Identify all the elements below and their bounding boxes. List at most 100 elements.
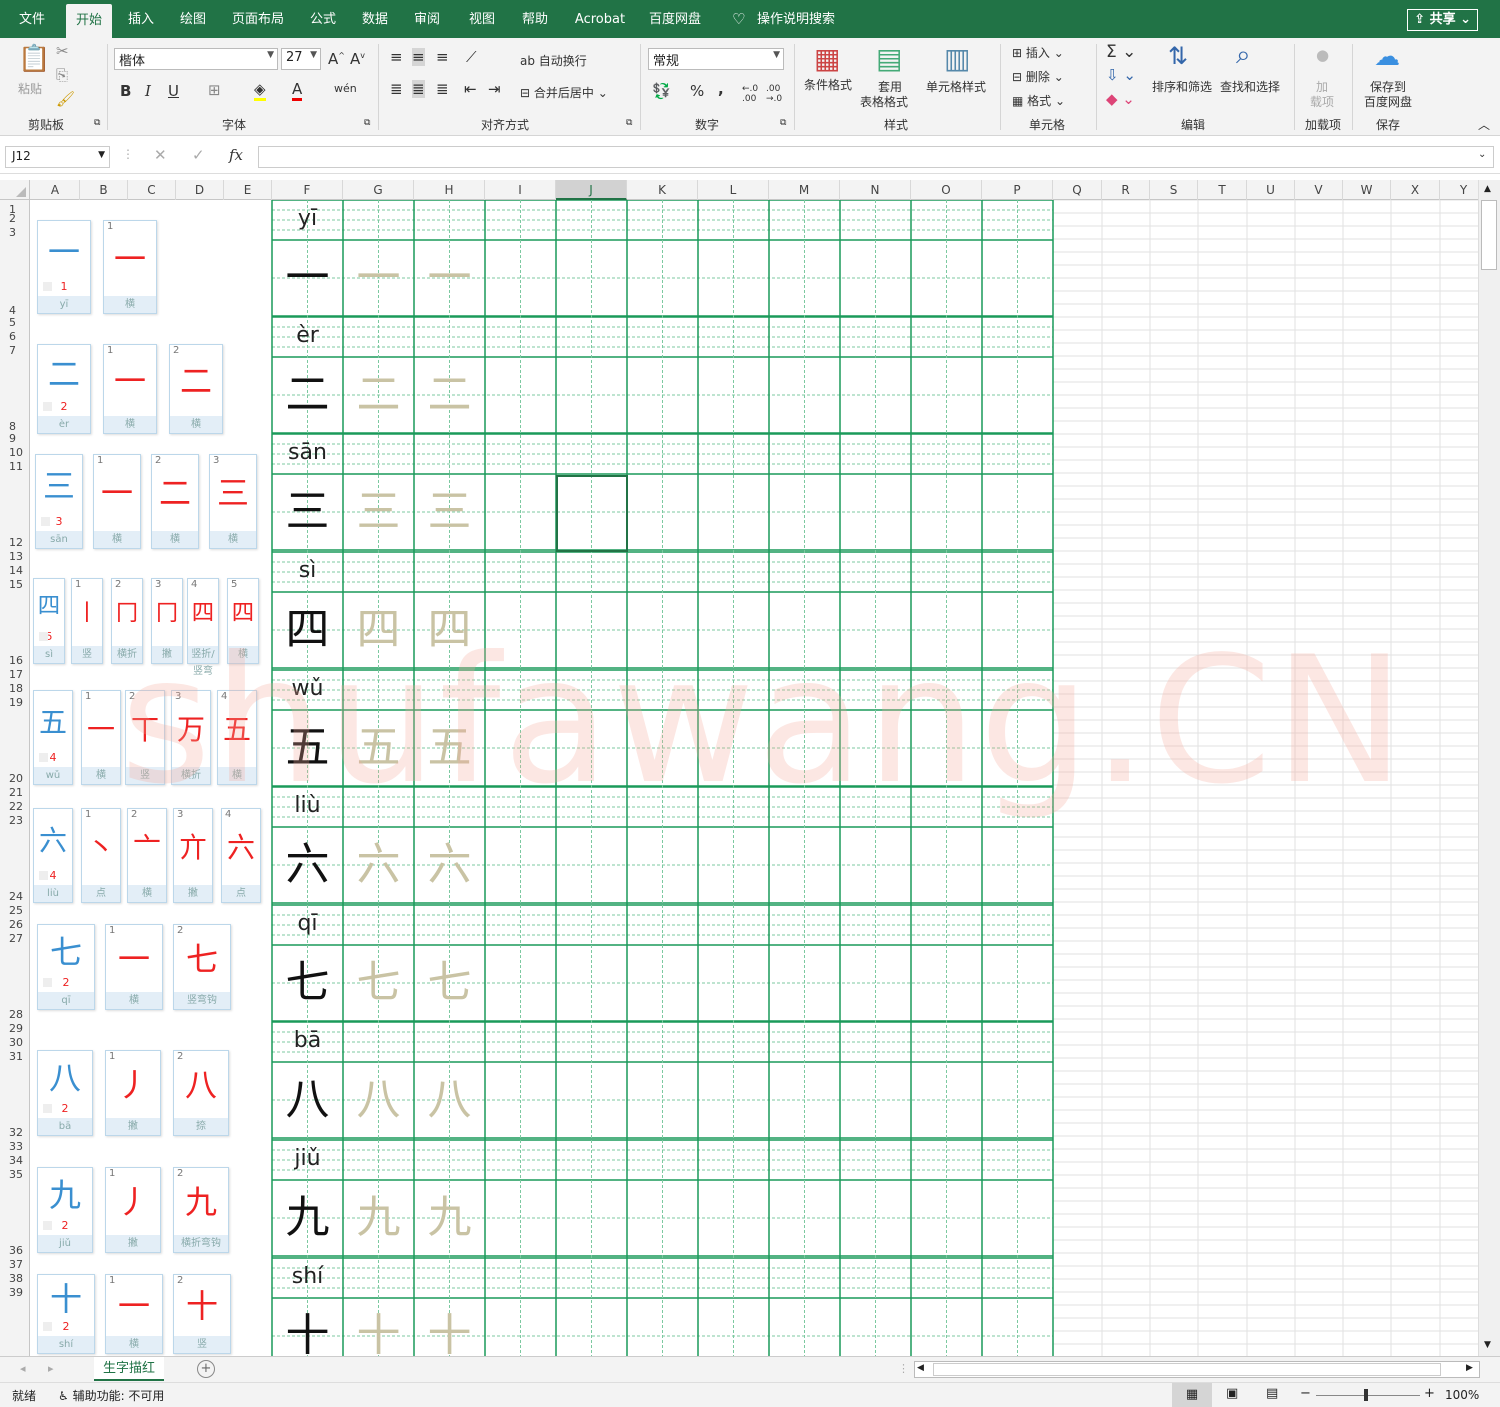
align-top-icon[interactable]: ≡ (390, 48, 403, 66)
split-handle-icon[interactable]: ⋮ (898, 1362, 909, 1375)
insert-function-button[interactable]: fx (229, 146, 243, 164)
column-header-L[interactable]: L (698, 180, 769, 200)
font-color-icon[interactable]: A (292, 80, 303, 101)
dialog-launcher-icon[interactable]: ⧉ (364, 118, 370, 128)
column-header-P[interactable]: P (982, 180, 1053, 200)
align-left-icon[interactable]: ≣ (390, 80, 403, 98)
increase-indent-icon[interactable]: ⇥ (488, 80, 501, 98)
share-button[interactable]: ⇪ 共享 ⌄ (1407, 9, 1478, 31)
column-header-S[interactable]: S (1150, 180, 1198, 200)
copy-icon[interactable]: ⎘ (56, 66, 68, 84)
row-header-37[interactable]: 37 (0, 1259, 30, 1270)
row-header-10[interactable]: 10 (0, 447, 30, 458)
row-header-16[interactable]: 16 (0, 655, 30, 666)
row-header-5[interactable]: 5 (0, 317, 30, 328)
tab-4[interactable]: 页面布局 (222, 0, 294, 38)
tab-3[interactable]: 绘图 (170, 0, 216, 38)
column-header-R[interactable]: R (1102, 180, 1150, 200)
column-header-D[interactable]: D (176, 180, 224, 200)
row-header-27[interactable]: 27 (0, 933, 30, 944)
row-header-13[interactable]: 13 (0, 551, 30, 562)
tab-1[interactable]: 开始 (66, 4, 112, 41)
tab-2[interactable]: 插入 (118, 0, 164, 38)
row-header-17[interactable]: 17 (0, 669, 30, 680)
scroll-up-icon[interactable]: ▲ (1484, 184, 1491, 194)
font-name-select[interactable]: 楷体 ▼ (114, 48, 278, 70)
merge-center-button[interactable]: ⊟ 合并后居中 ⌄ (520, 84, 608, 101)
cancel-icon[interactable]: ✕ (154, 146, 167, 164)
row-header-31[interactable]: 31 (0, 1051, 30, 1062)
sort-filter-icon[interactable]: ⇅ (1168, 42, 1188, 70)
autosum-icon[interactable]: Σ ⌄ (1106, 42, 1136, 62)
column-header-J[interactable]: J (556, 180, 627, 200)
name-box[interactable]: J12 ▼ (5, 146, 110, 168)
row-header-24[interactable]: 24 (0, 891, 30, 902)
row-header-21[interactable]: 21 (0, 787, 30, 798)
number-format-select[interactable]: 常规 ▼ (648, 48, 784, 70)
addins-label2[interactable]: 载项 (1310, 93, 1334, 110)
tab-8[interactable]: 视图 (456, 0, 508, 38)
column-header-W[interactable]: W (1343, 180, 1391, 200)
hscroll-thumb[interactable] (933, 1363, 1441, 1376)
paste-icon[interactable]: 📋 (18, 44, 50, 74)
row-header-19[interactable]: 19 (0, 697, 30, 708)
column-header-G[interactable]: G (343, 180, 414, 200)
row-header-28[interactable]: 28 (0, 1009, 30, 1020)
accessibility-status[interactable]: ♿ 辅助功能: 不可用 (58, 1387, 164, 1404)
decrease-font-icon[interactable]: Av (350, 50, 365, 68)
row-header-23[interactable]: 23 (0, 815, 30, 826)
tab-7[interactable]: 审阅 (404, 0, 450, 38)
scroll-down-icon[interactable]: ▼ (1484, 1340, 1491, 1350)
prev-sheet-icon[interactable]: ◂ (20, 1362, 26, 1375)
save-to-baidu-label2[interactable]: 百度网盘 (1364, 93, 1412, 110)
row-header-2[interactable]: 2 (0, 213, 30, 224)
insert-cells-button[interactable]: ⊞ 插入 ⌄ (1012, 44, 1064, 61)
expand-formula-icon[interactable]: ⌄ (1478, 149, 1486, 160)
zoom-in-icon[interactable]: + (1424, 1386, 1435, 1401)
row-header-18[interactable]: 18 (0, 683, 30, 694)
increase-font-icon[interactable]: A^ (328, 50, 345, 68)
column-header-Q[interactable]: Q (1053, 180, 1102, 200)
horizontal-scrollbar[interactable]: ◀ ▶ (914, 1361, 1480, 1378)
row-header-36[interactable]: 36 (0, 1245, 30, 1256)
align-right-icon[interactable]: ≣ (436, 80, 449, 98)
format-as-table-icon[interactable]: ▤ (876, 42, 902, 75)
row-header-26[interactable]: 26 (0, 919, 30, 930)
page-break-view-icon[interactable]: ▤ (1266, 1386, 1278, 1401)
fill-color-icon[interactable]: ◈ (254, 80, 266, 101)
collapse-ribbon-icon[interactable]: ︿ (1478, 116, 1490, 133)
column-header-H[interactable]: H (414, 180, 485, 200)
row-header-11[interactable]: 11 (0, 461, 30, 472)
zoom-slider[interactable] (1316, 1395, 1420, 1396)
wrap-text-button[interactable]: ab 自动换行 (520, 52, 587, 69)
row-header-12[interactable]: 12 (0, 537, 30, 548)
italic-button[interactable]: I (145, 82, 151, 100)
delete-cells-button[interactable]: ⊟ 删除 ⌄ (1012, 68, 1064, 85)
zoom-slider-thumb[interactable] (1364, 1389, 1368, 1401)
row-header-7[interactable]: 7 (0, 345, 30, 356)
format-as-table-label2[interactable]: 表格格式 (860, 93, 908, 110)
dialog-launcher-icon[interactable]: ⧉ (94, 118, 100, 128)
next-sheet-icon[interactable]: ▸ (48, 1362, 54, 1375)
cell-styles-icon[interactable]: ▥ (944, 42, 970, 75)
column-header-M[interactable]: M (769, 180, 840, 200)
add-sheet-icon[interactable]: + (197, 1360, 215, 1378)
borders-icon[interactable]: ⊞ (208, 81, 221, 99)
formula-input[interactable] (258, 146, 1494, 168)
zoom-out-icon[interactable]: − (1300, 1386, 1311, 1401)
tell-me-search[interactable]: 操作说明搜索 (757, 0, 835, 40)
row-header-9[interactable]: 9 (0, 433, 30, 444)
column-header-T[interactable]: T (1198, 180, 1247, 200)
tab-11[interactable]: 百度网盘 (638, 0, 712, 38)
increase-decimal-icon[interactable]: ←.0.00 (742, 84, 758, 104)
phonetic-icon[interactable]: wén (334, 82, 357, 95)
column-header-O[interactable]: O (911, 180, 982, 200)
row-header-29[interactable]: 29 (0, 1023, 30, 1034)
column-header-C[interactable]: C (128, 180, 176, 200)
zoom-level[interactable]: 100% (1445, 1388, 1479, 1402)
clear-icon[interactable]: ◆ ⌄ (1106, 90, 1135, 108)
normal-view-icon[interactable]: ▦ (1172, 1383, 1212, 1407)
row-header-4[interactable]: 4 (0, 305, 30, 316)
comma-button[interactable]: , (718, 80, 724, 98)
tab-0[interactable]: 文件 (10, 0, 54, 38)
